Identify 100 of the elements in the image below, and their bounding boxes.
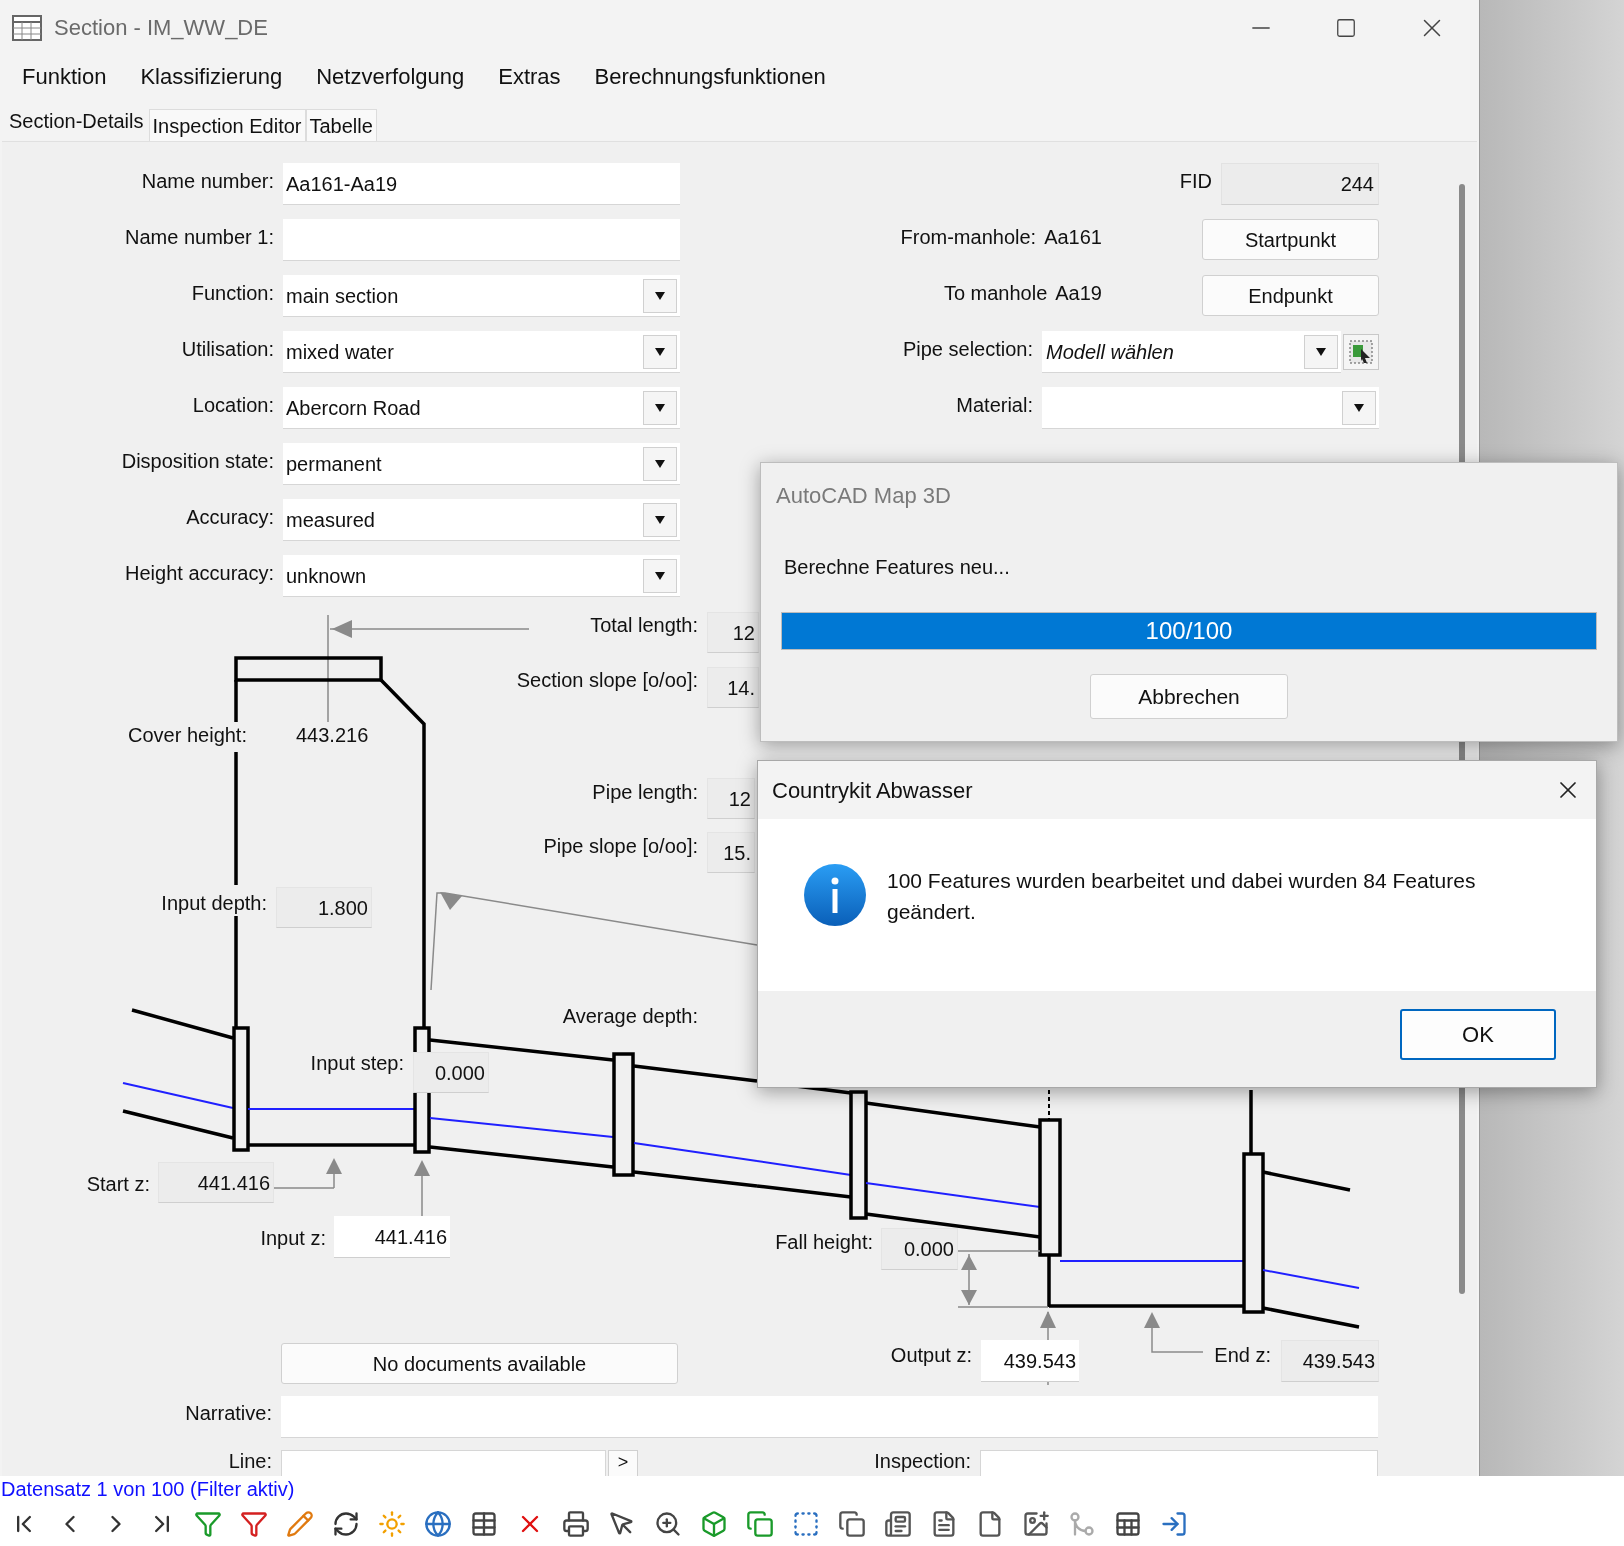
field-label: Height accuracy: [124,561,274,586]
info-icon [803,863,867,927]
menu-item[interactable]: Klassifizierung [140,59,283,93]
sheet-icon[interactable] [1114,1510,1142,1538]
point-button[interactable]: Startpunkt [1202,219,1379,260]
dropdown-button[interactable] [1304,334,1338,369]
dropdown-arrow-icon [654,458,666,469]
field-label: Location: [191,393,274,418]
field-label: Material: [955,393,1033,418]
field-label: FID [1179,169,1212,194]
field-label: Input z: [260,1226,326,1250]
readonly-field: 0.000 [881,1228,958,1270]
field-label: Narrative: [184,1401,272,1426]
readonly-field: 12 [707,612,759,653]
message-text: 100 Features wurden bearbeitet und dabei wurden 84 Features geändert. [887,868,1477,925]
menu-item[interactable]: Berechnungsfunktionen [594,59,826,93]
field-label: Start z: [86,1172,150,1196]
manhole-name: Aa19 [1055,281,1102,306]
dropdown-field[interactable]: main section [283,275,680,317]
field-label: Output z: [890,1343,972,1367]
field-label: Line: [227,1450,272,1472]
field-label: Total length: [590,613,698,637]
browse-button[interactable]: > [608,1450,638,1476]
dropdown-field[interactable]: unknown [283,555,680,597]
dropdown-arrow-icon [1353,402,1365,413]
dropdown-field[interactable]: Modell wählen [1042,331,1341,373]
field-label: Pipe length: [592,780,698,804]
progress-reading: 100/100 [1145,616,1233,646]
table-icon [12,14,42,41]
field-label: Disposition state: [120,449,274,474]
readonly-field: 441.416 [158,1162,274,1203]
menu-item[interactable]: Netzverfolgung [316,59,465,93]
field-label: Input step: [310,1051,404,1075]
field-label: Function: [190,281,274,306]
tab[interactable]: Inspection Editor [148,109,306,141]
readonly-field: 1.800 [276,887,372,928]
field-label: From-manhole: [900,225,1037,250]
dashed-square-icon[interactable] [792,1510,820,1538]
dropdown-field[interactable]: mixed water [283,331,680,373]
text-field[interactable]: Aa161-Aa19 [283,163,680,205]
dialog-title: AutoCAD Map 3D [776,482,951,510]
zoom-icon[interactable] [654,1510,682,1538]
point-button[interactable]: Endpunkt [1202,275,1379,316]
filter-icon[interactable] [240,1510,268,1538]
readonly-field: 244 [1221,163,1379,205]
field-label: Pipe slope [o/oo]: [543,834,698,858]
field-label: Name number: [140,169,274,194]
menu-item[interactable]: Extras [498,59,561,93]
field-label: Cover height: [128,723,247,747]
dropdown-button[interactable] [643,334,677,369]
value-text: 443.216 [296,723,369,747]
text-field[interactable] [283,219,680,261]
cube-icon[interactable] [700,1510,728,1538]
field-label: Input depth: [161,891,267,915]
pencil-icon[interactable] [286,1510,314,1538]
dropdown-field[interactable] [1042,387,1379,429]
dropdown-button[interactable] [643,446,677,481]
input-field[interactable]: 441.416 [334,1216,450,1258]
dropdown-arrow-icon [654,514,666,525]
dropdown-arrow-icon [1315,346,1327,357]
field-label: Average depth: [562,1004,698,1028]
dropdown-button[interactable] [643,502,677,537]
progress-message: Berechne Features neu... [784,555,1010,580]
field-label: End z: [1214,1343,1271,1367]
table-icon[interactable] [470,1510,498,1538]
input-field[interactable]: 439.543 [981,1340,1079,1382]
dropdown-arrow-icon [654,346,666,357]
field-label: Name number 1: [124,225,274,250]
ok-button[interactable]: OK [1400,1009,1556,1060]
dropdown-button[interactable] [643,278,677,313]
select-model-button[interactable] [1343,334,1379,370]
field-label: To manhole [943,281,1048,306]
dropdown-button[interactable] [1342,390,1376,425]
narrative-field[interactable] [281,1396,1378,1438]
dropdown-arrow-icon [654,570,666,581]
window-title: Section - IM_WW_DE [54,14,268,42]
readonly-field: 14. [707,667,759,708]
globe-icon[interactable] [424,1510,452,1538]
dropdown-button[interactable] [643,558,677,593]
copy-icon[interactable] [746,1510,774,1538]
dropdown-field[interactable]: permanent [283,443,680,485]
printer-icon[interactable] [562,1510,590,1538]
exit-icon[interactable] [1160,1510,1188,1538]
dropdown-field[interactable]: Abercorn Road [283,387,680,429]
image-plus-icon[interactable] [1022,1510,1050,1538]
cancel-button[interactable]: Abbrechen [1090,674,1288,719]
newspaper-icon[interactable] [884,1510,912,1538]
tab[interactable]: Tabelle [305,109,377,141]
filter-icon[interactable] [194,1510,222,1538]
maximize-icon[interactable] [1335,16,1357,39]
dropdown-button[interactable] [643,390,677,425]
dropdown-field[interactable]: measured [283,499,680,541]
field-label: Section slope [o/oo]: [516,668,698,692]
copy-icon[interactable] [838,1510,866,1538]
documents-button[interactable]: No documents available [281,1343,678,1384]
refresh-icon[interactable] [332,1510,360,1538]
field-label: Inspection: [874,1450,971,1472]
readonly-field: 439.543 [1281,1340,1379,1382]
menu-item[interactable]: Funktion [22,59,107,93]
readonly-field: 12 [707,778,755,819]
